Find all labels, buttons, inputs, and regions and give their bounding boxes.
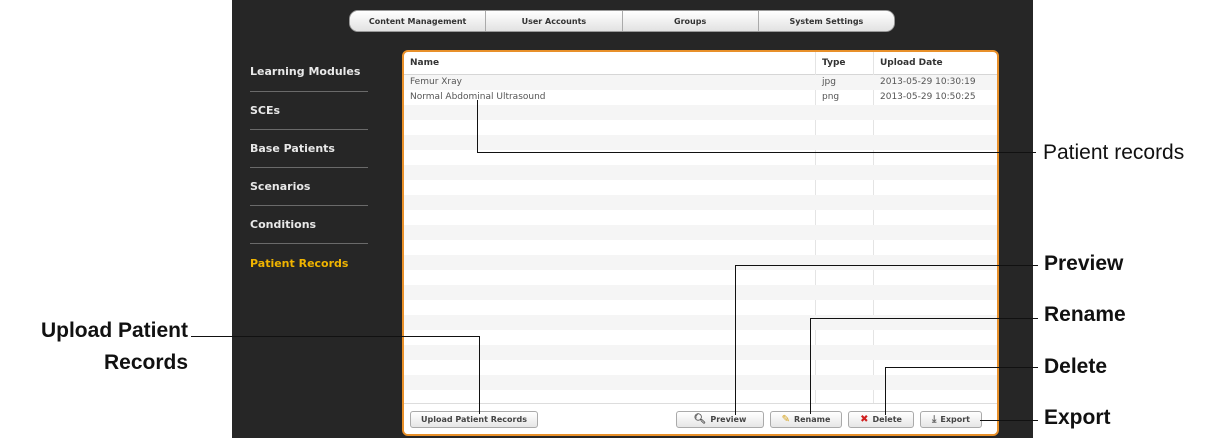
magnifier-icon: 🔍︎ bbox=[693, 413, 707, 425]
empty-row bbox=[404, 345, 997, 360]
table-header: Name Type Upload Date bbox=[404, 52, 997, 75]
cell-type: jpg bbox=[822, 77, 836, 87]
sidebar-item-base-patients[interactable]: Base Patients bbox=[250, 130, 368, 168]
callout-line bbox=[885, 367, 886, 415]
empty-row bbox=[404, 210, 997, 225]
export-annotation: Export bbox=[1044, 406, 1111, 429]
callout-line bbox=[980, 420, 1038, 421]
upload-patient-records-button[interactable]: Upload Patient Records bbox=[410, 411, 538, 428]
empty-row bbox=[404, 330, 997, 345]
preview-button[interactable]: 🔍︎ Preview bbox=[676, 411, 764, 428]
export-button-label: Export bbox=[940, 415, 971, 424]
sidebar: Learning Modules SCEs Base Patients Scen… bbox=[250, 52, 368, 282]
export-button[interactable]: ⤓ Export bbox=[920, 411, 982, 428]
table-row[interactable]: Normal Abdominal Ultrasound png 2013-05-… bbox=[404, 90, 997, 105]
table-row[interactable]: Femur Xray jpg 2013-05-29 10:30:19 bbox=[404, 75, 997, 90]
sidebar-item-conditions[interactable]: Conditions bbox=[250, 206, 368, 244]
rename-button[interactable]: ✎ Rename bbox=[770, 411, 842, 428]
empty-row bbox=[404, 300, 997, 315]
rename-button-label: Rename bbox=[793, 415, 831, 424]
panel-footer: Upload Patient Records 🔍︎ Preview ✎ Rena… bbox=[404, 403, 997, 434]
callout-line bbox=[735, 265, 736, 415]
callout-line bbox=[885, 367, 1038, 368]
tab-system-settings[interactable]: System Settings bbox=[758, 11, 894, 31]
delete-button[interactable]: ✖ Delete bbox=[848, 411, 914, 428]
patient-records-annotation: Patient records bbox=[1043, 141, 1185, 164]
empty-row bbox=[404, 270, 997, 285]
records-list: Femur Xray jpg 2013-05-29 10:30:19 Norma… bbox=[404, 75, 997, 404]
column-header-type[interactable]: Type bbox=[822, 58, 845, 68]
tab-content-management[interactable]: Content Management bbox=[350, 11, 487, 31]
empty-row bbox=[404, 255, 997, 270]
empty-row bbox=[404, 285, 997, 300]
callout-line bbox=[810, 318, 811, 414]
column-header-name[interactable]: Name bbox=[410, 58, 439, 68]
patient-records-panel: Name Type Upload Date Femur Xray jpg 201… bbox=[402, 50, 999, 436]
cell-upload-date: 2013-05-29 10:30:19 bbox=[880, 77, 976, 87]
callout-line bbox=[810, 318, 1038, 319]
sidebar-item-learning-modules[interactable]: Learning Modules bbox=[250, 52, 368, 92]
cell-name: Femur Xray bbox=[410, 77, 462, 87]
empty-row bbox=[404, 180, 997, 195]
upload-annotation-line2: Records bbox=[103, 351, 188, 374]
empty-row bbox=[404, 240, 997, 255]
empty-row bbox=[404, 375, 997, 390]
sidebar-item-patient-records[interactable]: Patient Records bbox=[250, 244, 368, 282]
tab-groups[interactable]: Groups bbox=[622, 11, 759, 31]
empty-row bbox=[404, 105, 997, 120]
download-icon: ⤓ bbox=[931, 413, 937, 425]
empty-row bbox=[404, 225, 997, 240]
empty-row bbox=[404, 135, 997, 150]
callout-line bbox=[191, 336, 480, 337]
upload-button-label: Upload Patient Records bbox=[421, 415, 527, 424]
callout-line bbox=[735, 265, 1038, 266]
sidebar-item-sces[interactable]: SCEs bbox=[250, 92, 368, 130]
column-header-upload-date[interactable]: Upload Date bbox=[880, 58, 943, 68]
callout-line bbox=[477, 100, 478, 153]
preview-annotation: Preview bbox=[1044, 252, 1124, 275]
callout-line bbox=[477, 152, 1036, 153]
cell-upload-date: 2013-05-29 10:50:25 bbox=[880, 92, 976, 102]
preview-button-label: Preview bbox=[710, 415, 747, 424]
cell-type: png bbox=[822, 92, 840, 102]
empty-row bbox=[404, 195, 997, 210]
delete-annotation: Delete bbox=[1044, 355, 1108, 378]
empty-row bbox=[404, 165, 997, 180]
callout-line bbox=[479, 336, 480, 414]
rename-annotation: Rename bbox=[1044, 303, 1126, 326]
delete-button-label: Delete bbox=[872, 415, 902, 424]
x-icon: ✖ bbox=[860, 413, 869, 425]
top-tab-bar: Content Management User Accounts Groups … bbox=[349, 10, 895, 32]
tab-user-accounts[interactable]: User Accounts bbox=[486, 11, 623, 31]
upload-annotation-line1: Upload Patient bbox=[40, 319, 188, 342]
pencil-icon: ✎ bbox=[781, 413, 790, 425]
sidebar-item-scenarios[interactable]: Scenarios bbox=[250, 168, 368, 206]
empty-row bbox=[404, 120, 997, 135]
